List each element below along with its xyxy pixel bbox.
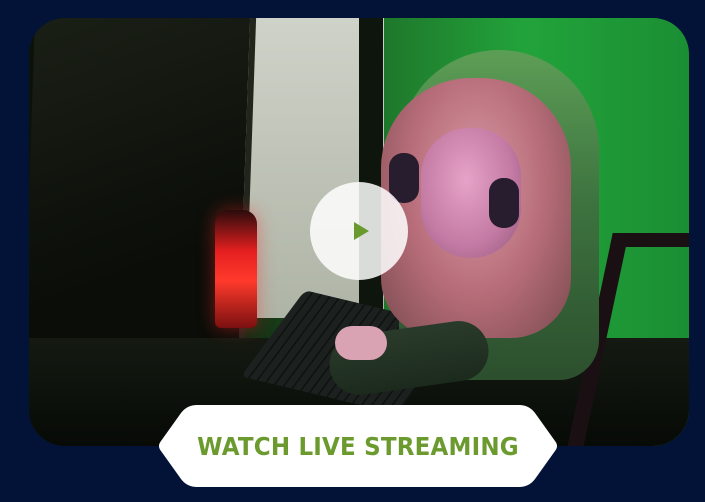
thumbnail-speaker bbox=[215, 210, 257, 328]
thumbnail-child-hand bbox=[335, 326, 387, 360]
cta-button-label: WATCH LIVE STREAMING bbox=[197, 431, 519, 461]
page: WATCH LIVE STREAMING bbox=[0, 0, 705, 502]
watch-live-streaming-button[interactable]: WATCH LIVE STREAMING bbox=[157, 403, 559, 489]
thumbnail-headphone-right bbox=[489, 178, 519, 228]
play-button[interactable] bbox=[310, 182, 408, 280]
play-icon bbox=[353, 222, 369, 240]
